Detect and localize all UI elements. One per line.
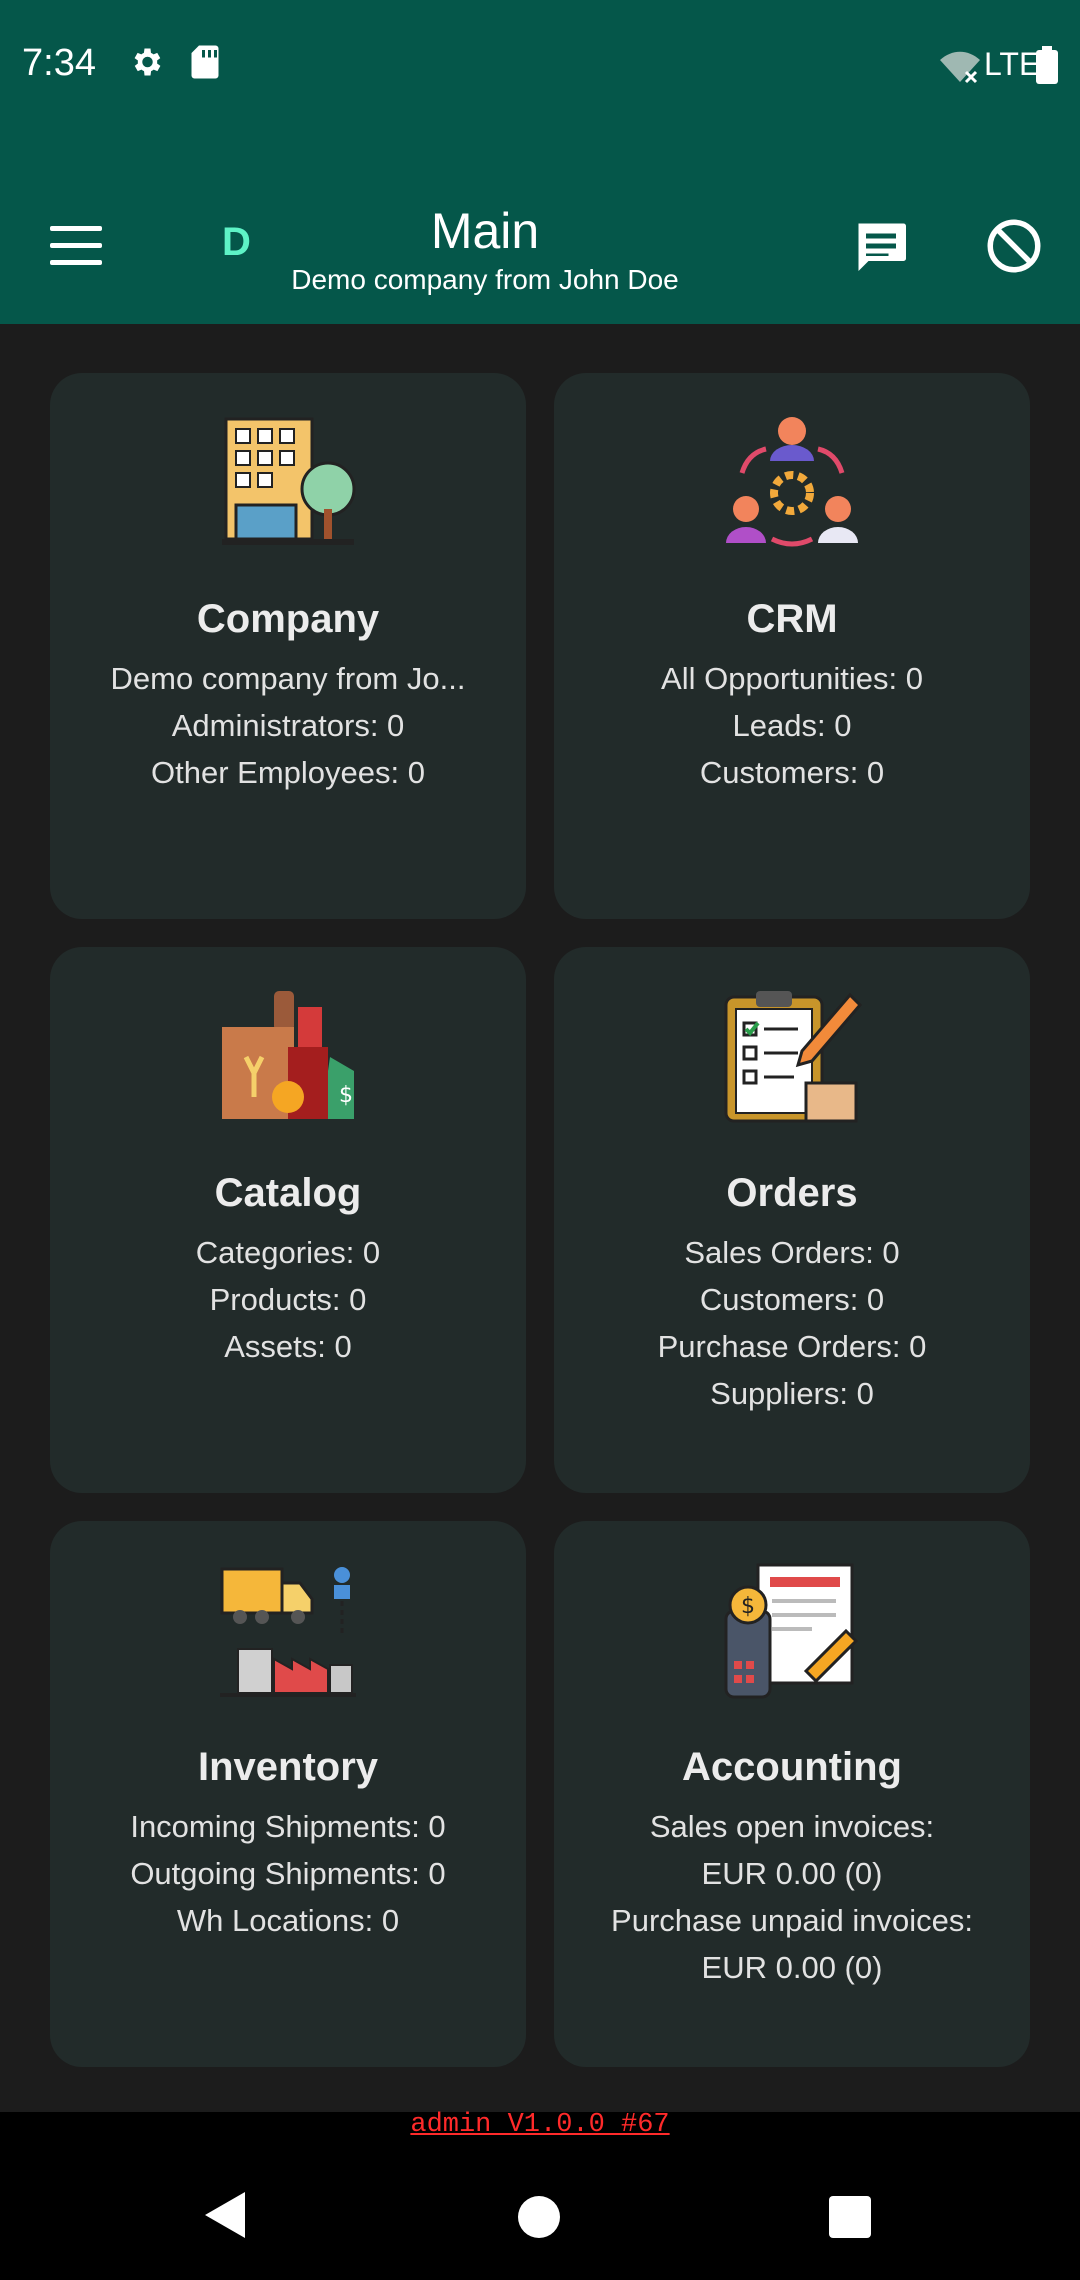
accounting-invoice-icon: $ <box>554 1561 1030 1701</box>
inventory-truck-icon <box>50 1561 526 1701</box>
card-title: Accounting <box>682 1745 902 1789</box>
crm-card[interactable]: CRM All Opportunities: 0 Leads: 0 Custom… <box>554 373 1030 919</box>
card-line: EUR 0.00 (0) <box>701 1856 883 1891</box>
card-line: Wh Locations: 0 <box>176 1903 400 1938</box>
settings-icon <box>128 44 164 85</box>
logout-block-icon[interactable] <box>984 216 1044 281</box>
status-bar: 7:34 LTE <box>0 0 1080 136</box>
accounting-card[interactable]: $ Accounting Sales open invoices: EUR 0.… <box>554 1521 1030 2067</box>
back-icon[interactable] <box>205 2192 245 2243</box>
card-line: Assets: 0 <box>224 1329 352 1364</box>
card-title: Orders <box>726 1171 858 1215</box>
company-card[interactable]: Company Demo company from Jo... Administ… <box>50 373 526 919</box>
app-bar: D Main Demo company from John Doe <box>0 136 1080 324</box>
status-time: 7:34 <box>22 42 96 84</box>
card-title: Inventory <box>197 1745 379 1789</box>
card-line: All Opportunities: 0 <box>661 661 923 696</box>
battery-icon <box>1036 46 1058 89</box>
card-line: Sales Orders: 0 <box>684 1235 900 1270</box>
wifi-off-icon <box>938 48 982 89</box>
svg-text:$: $ <box>339 1083 353 1108</box>
page-title: Main <box>430 203 540 259</box>
card-line: Customers: 0 <box>699 1282 885 1317</box>
lte-indicator: LTE <box>984 46 1041 82</box>
card-line: Purchase unpaid invoices: <box>611 1903 973 1938</box>
catalog-card[interactable]: $ Catalog Categories: 0 Products: 0 Asse… <box>50 947 526 1493</box>
card-title: CRM <box>746 597 838 641</box>
catalog-products-icon: $ <box>50 987 526 1127</box>
inventory-card[interactable]: Inventory Incoming Shipments: 0 Outgoing… <box>50 1521 526 2067</box>
card-title: Company <box>196 597 380 641</box>
card-line: Leads: 0 <box>732 708 852 743</box>
card-line: EUR 0.00 (0) <box>701 1950 883 1985</box>
recent-apps-icon[interactable] <box>829 2196 871 2238</box>
chat-icon[interactable] <box>850 216 912 281</box>
card-title: Catalog <box>214 1171 362 1215</box>
crm-people-icon <box>554 413 1030 553</box>
card-line: Customers: 0 <box>699 755 885 790</box>
card-line: Incoming Shipments: 0 <box>130 1809 446 1844</box>
card-line: Administrators: 0 <box>171 708 405 743</box>
card-line: Suppliers: 0 <box>710 1376 874 1411</box>
page-subtitle: Demo company from John Doe <box>291 264 679 295</box>
orders-card[interactable]: Orders Sales Orders: 0 Customers: 0 Purc… <box>554 947 1030 1493</box>
orders-clipboard-icon <box>554 987 1030 1127</box>
card-line: Categories: 0 <box>195 1235 381 1270</box>
card-line: Sales open invoices: <box>649 1809 935 1844</box>
card-line: Products: 0 <box>209 1282 367 1317</box>
sd-card-icon <box>190 44 220 85</box>
card-line: Outgoing Shipments: 0 <box>130 1856 446 1891</box>
card-line: Other Employees: 0 <box>151 755 425 790</box>
home-icon[interactable] <box>518 2196 560 2238</box>
svg-text:$: $ <box>741 1594 755 1619</box>
company-building-icon <box>50 413 526 553</box>
card-line: Purchase Orders: 0 <box>657 1329 927 1364</box>
card-line: Demo company from Jo... <box>110 661 466 696</box>
version-label[interactable]: admin V1.0.0 #67 <box>0 2110 1080 2158</box>
